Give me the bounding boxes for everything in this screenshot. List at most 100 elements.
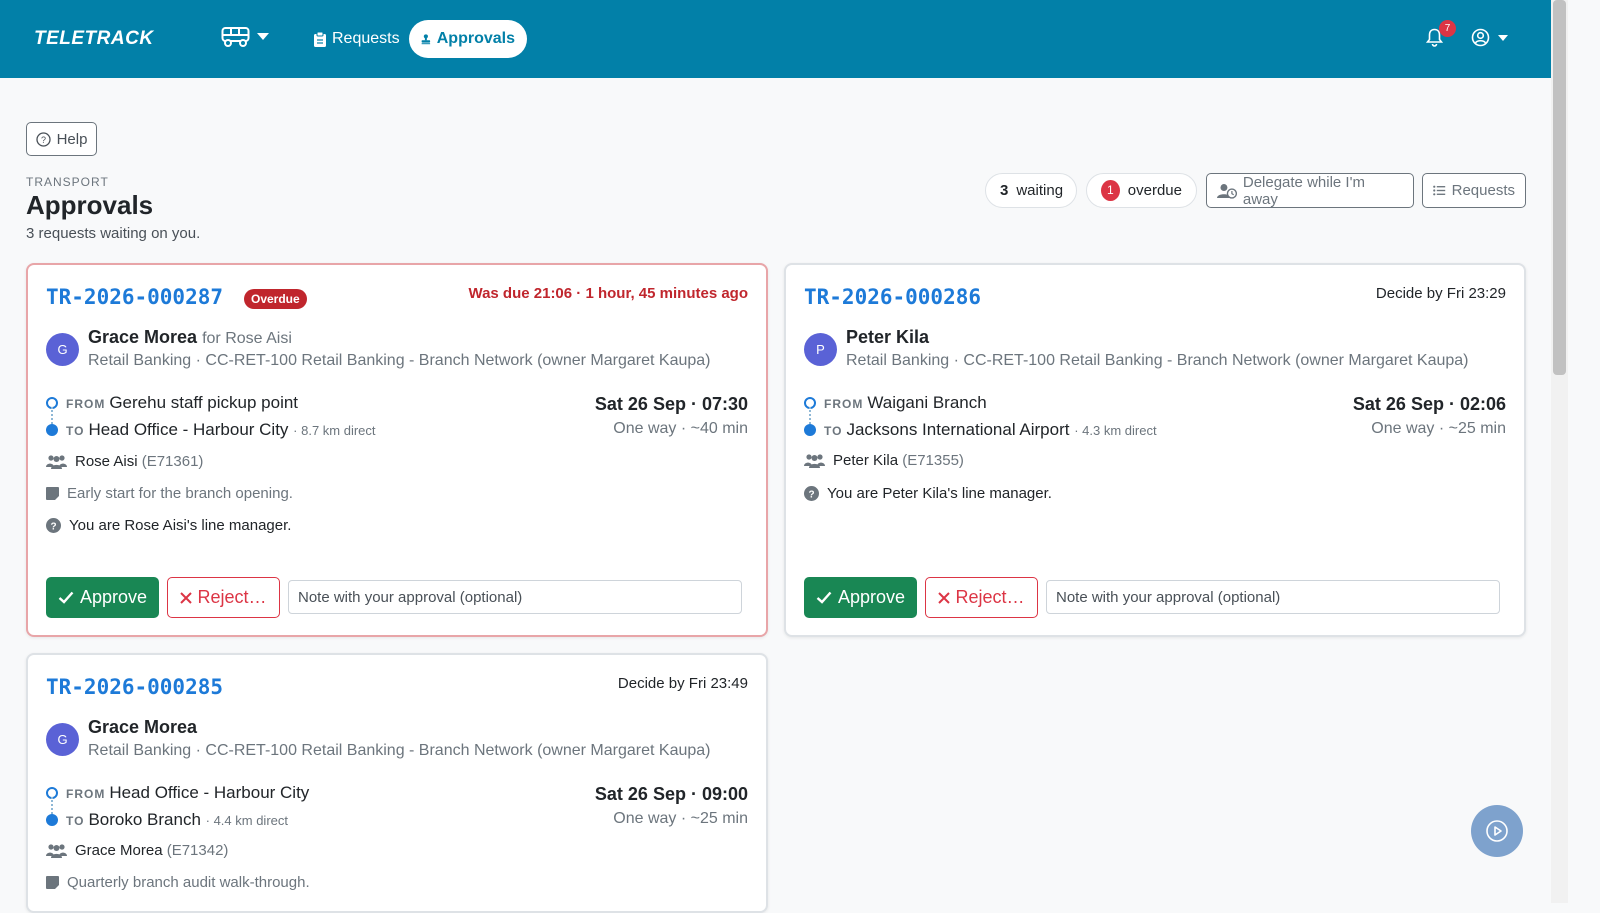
users-icon	[804, 454, 825, 468]
route-distance: · 4.4 km direct	[205, 813, 288, 828]
x-icon	[938, 591, 951, 604]
question-circle-icon: ?	[804, 486, 819, 501]
requester-name: Grace Morea	[88, 717, 198, 737]
waiting-label: waiting	[1016, 182, 1064, 199]
waiting-count: 3	[1000, 182, 1009, 199]
deadline-text: Was due 21:06 · 1 hour, 45 minutes ago	[468, 285, 748, 302]
passenger-employee-id: (E71361)	[141, 453, 204, 470]
org-cost-centre: Retail Banking · CC-RET-100 Retail Banki…	[88, 352, 711, 369]
page-title: Approvals	[26, 190, 154, 220]
delegate-label: Delegate while I'm away	[1242, 173, 1365, 208]
trip-type-duration: One way · ~25 min	[613, 810, 748, 827]
route-distance: · 4.3 km direct	[1074, 423, 1157, 438]
deadline-text: Decide by Fri 23:29	[1375, 285, 1506, 302]
brand-logo[interactable]: TELETRACK	[34, 28, 154, 50]
route-to: TO Head Office - Harbour City · 8.7 km di…	[66, 420, 376, 439]
request-id-link[interactable]: TR-2026-000287	[46, 285, 223, 309]
user-menu[interactable]	[1471, 28, 1508, 47]
scrollbar-thumb[interactable]	[1553, 0, 1566, 375]
notification-count-badge: 7	[1439, 20, 1456, 37]
approval-note-input[interactable]	[288, 580, 742, 614]
help-button[interactable]: ? Help	[26, 122, 97, 156]
pickup-datetime: Sat 26 Sep · 02:06	[1352, 394, 1506, 414]
requester-name: Grace Morea for Rose Aisi	[88, 327, 292, 347]
pickup-datetime: Sat 26 Sep · 07:30	[594, 394, 748, 414]
on-behalf-of: for Rose Aisi	[202, 330, 292, 347]
stamp-icon	[421, 34, 431, 45]
route-to: TO Boroko Branch · 4.4 km direct	[66, 810, 288, 829]
trip-type-duration: One way · ~40 min	[613, 420, 748, 437]
floating-action-button[interactable]	[1471, 805, 1523, 857]
svg-text:?: ?	[50, 521, 56, 532]
reject-label: Reject…	[955, 587, 1025, 607]
approve-button[interactable]: Approve	[46, 577, 159, 618]
x-icon	[180, 591, 193, 604]
approve-label: Approve	[79, 587, 148, 607]
user-circle-icon	[1471, 28, 1490, 47]
note-row: Early start for the branch opening.	[46, 485, 293, 502]
route: FROM Waigani Branch TO Jacksons Internatio…	[804, 393, 1157, 453]
passenger-name: Peter Kila	[833, 452, 899, 469]
page-subtitle: 3 requests waiting on you.	[26, 225, 201, 242]
delegate-button[interactable]: Delegate while I'm away	[1206, 173, 1414, 208]
waiting-filter[interactable]: 3 waiting	[985, 173, 1077, 208]
top-navbar: TELETRACK Requests Approvals 7	[0, 0, 1551, 78]
trip-type-duration: One way · ~25 min	[1371, 420, 1506, 437]
requester-note: Early start for the branch opening.	[67, 485, 293, 502]
svg-text:?: ?	[41, 135, 46, 145]
deadline-text: Decide by Fri 23:49	[617, 675, 748, 692]
passenger-row: Rose Aisi (E71361)	[46, 453, 203, 470]
list-icon	[1433, 185, 1446, 196]
passenger-row: Grace Morea (E71342)	[46, 842, 228, 859]
approval-note-input[interactable]	[1046, 580, 1500, 614]
reject-label: Reject…	[197, 587, 267, 607]
nav-approvals[interactable]: Approvals	[409, 20, 527, 58]
check-icon	[58, 591, 74, 604]
nav-requests-label: Requests	[332, 30, 400, 47]
overdue-filter[interactable]: 1 overdue	[1086, 173, 1197, 208]
requester-note: Quarterly branch audit walk-through.	[67, 874, 310, 891]
question-circle-icon: ?	[46, 518, 61, 533]
approval-reason: You are Peter Kila's line manager.	[827, 485, 1052, 502]
org-cost-centre: Retail Banking · CC-RET-100 Retail Banki…	[88, 742, 711, 759]
van-icon	[221, 27, 250, 47]
reject-button[interactable]: Reject…	[925, 577, 1038, 618]
sticky-note-icon	[46, 487, 59, 500]
overdue-badge: Overdue	[244, 289, 307, 309]
nav-approvals-label: Approvals	[436, 30, 515, 47]
approve-button[interactable]: Approve	[804, 577, 917, 618]
clipboard-icon	[314, 31, 326, 47]
user-clock-icon	[1217, 183, 1237, 199]
page-scrollbar[interactable]	[1551, 0, 1568, 903]
approval-reason-row: ? You are Peter Kila's line manager.	[804, 485, 1052, 502]
passenger-employee-id: (E71342)	[166, 842, 229, 859]
sticky-note-icon	[46, 876, 59, 889]
reject-button[interactable]: Reject…	[167, 577, 280, 618]
approval-card: TR-2026-000285 Decide by Fri 23:49 G Gra…	[26, 653, 768, 913]
question-circle-icon: ?	[35, 131, 51, 147]
passenger-employee-id: (E71355)	[902, 452, 964, 469]
avatar: G	[46, 723, 79, 756]
destination-marker-icon	[46, 814, 58, 826]
requests-list-label: Requests	[1451, 182, 1515, 199]
passenger-name: Rose Aisi	[75, 453, 138, 470]
users-icon	[46, 455, 67, 469]
route: FROM Gerehu staff pickup point TO Head Off…	[46, 393, 376, 453]
request-id-link[interactable]: TR-2026-000285	[46, 675, 223, 699]
overdue-count: 1	[1101, 180, 1120, 201]
approval-card: TR-2026-000287 Overdue Was due 21:06 · 1…	[26, 263, 768, 637]
svg-text:?: ?	[808, 489, 814, 500]
page-eyebrow: TRANSPORT	[26, 175, 109, 189]
request-id-link[interactable]: TR-2026-000286	[804, 285, 981, 309]
nav-requests[interactable]: Requests	[302, 20, 412, 58]
overdue-label: overdue	[1127, 182, 1182, 199]
avatar: G	[46, 333, 79, 366]
route-from: FROM Head Office - Harbour City	[66, 783, 310, 802]
requests-list-button[interactable]: Requests	[1422, 173, 1526, 208]
approval-reason: You are Rose Aisi's line manager.	[69, 517, 292, 534]
vehicle-menu[interactable]	[221, 26, 269, 48]
destination-marker-icon	[46, 424, 58, 436]
caret-down-icon	[1498, 34, 1508, 41]
help-label: Help	[56, 130, 88, 148]
route-from: FROM Waigani Branch	[824, 393, 987, 412]
